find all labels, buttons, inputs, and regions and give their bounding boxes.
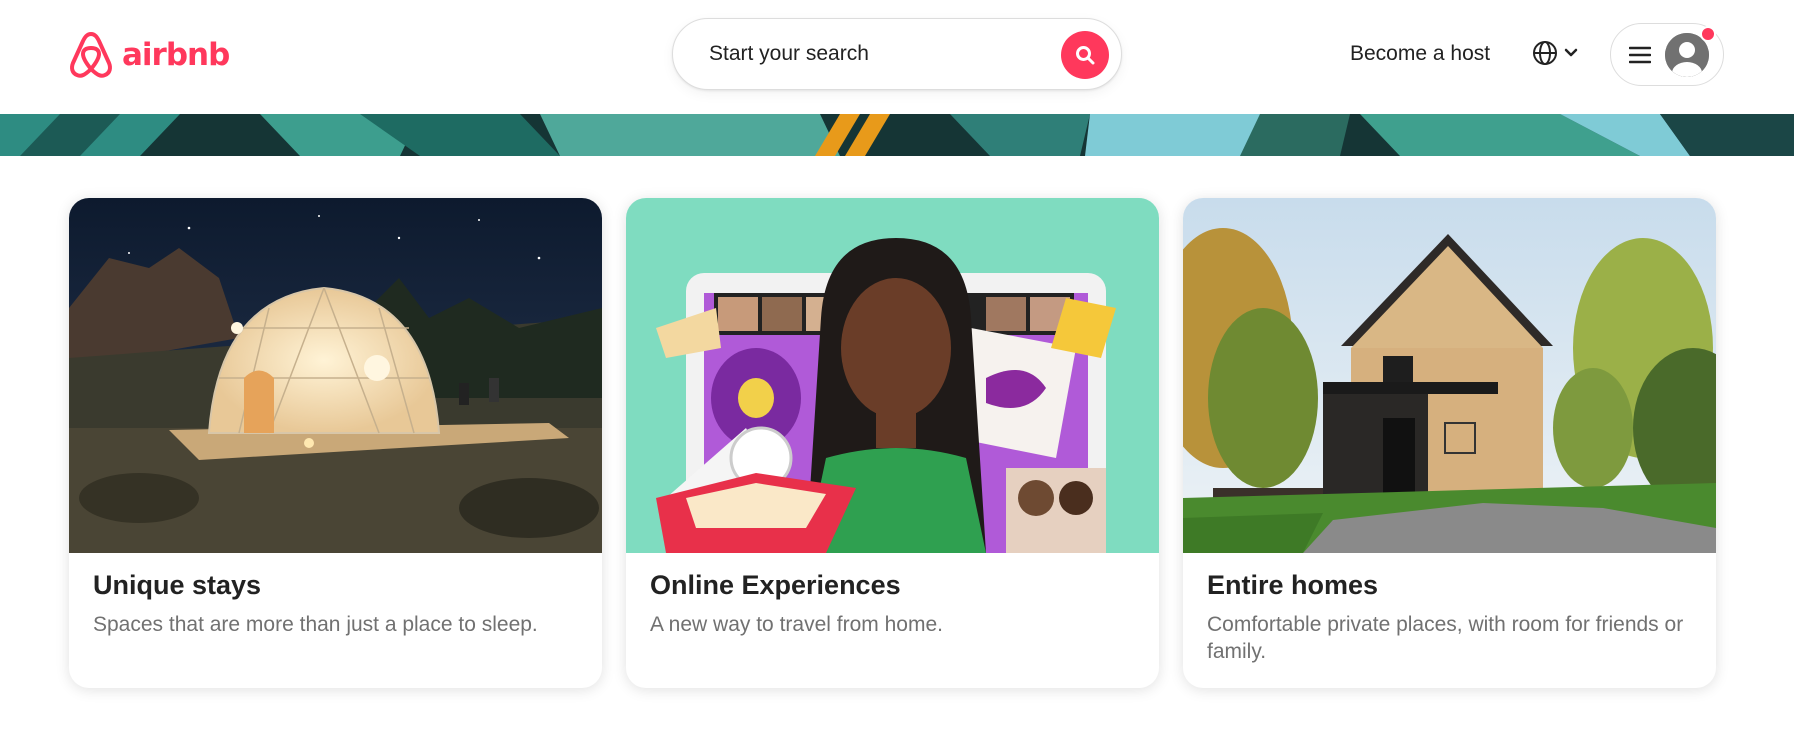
- card-image-online-experiences: [626, 198, 1159, 553]
- airbnb-logo[interactable]: airbnb: [68, 30, 230, 80]
- card-subtitle: Comfortable private places, with room fo…: [1207, 613, 1684, 663]
- card-image-unique-stays: [69, 198, 602, 553]
- card-subtitle: Spaces that are more than just a place t…: [93, 613, 538, 636]
- card-title: Entire homes: [1207, 570, 1379, 600]
- card-unique-stays[interactable]: Unique stays Spaces that are more than j…: [69, 198, 602, 688]
- card-image-entire-homes: [1183, 198, 1716, 553]
- search-bar[interactable]: Start your search: [672, 18, 1122, 90]
- become-host-link[interactable]: Become a host: [1350, 42, 1490, 66]
- search-placeholder: Start your search: [709, 42, 869, 65]
- chevron-down-icon: [1564, 48, 1578, 57]
- airbnb-logo-icon: [68, 30, 114, 80]
- language-selector[interactable]: [1532, 40, 1578, 66]
- menu-icon: [1629, 46, 1651, 63]
- search-button[interactable]: [1061, 31, 1109, 79]
- card-entire-homes[interactable]: Entire homes Comfortable private places,…: [1183, 198, 1716, 688]
- card-online-experiences[interactable]: Online Experiences A new way to travel f…: [626, 198, 1159, 688]
- brand-name: airbnb: [122, 37, 230, 73]
- category-cards: Unique stays Spaces that are more than j…: [69, 198, 1716, 688]
- search-icon: [1076, 46, 1095, 65]
- hero-banner-strip: [0, 114, 1794, 156]
- card-title: Online Experiences: [650, 570, 901, 600]
- card-subtitle: A new way to travel from home.: [650, 613, 943, 636]
- notification-dot: [1700, 26, 1716, 42]
- top-navigation: airbnb Start your search Become a host: [0, 0, 1794, 114]
- globe-icon: [1533, 41, 1557, 65]
- card-title: Unique stays: [93, 570, 262, 600]
